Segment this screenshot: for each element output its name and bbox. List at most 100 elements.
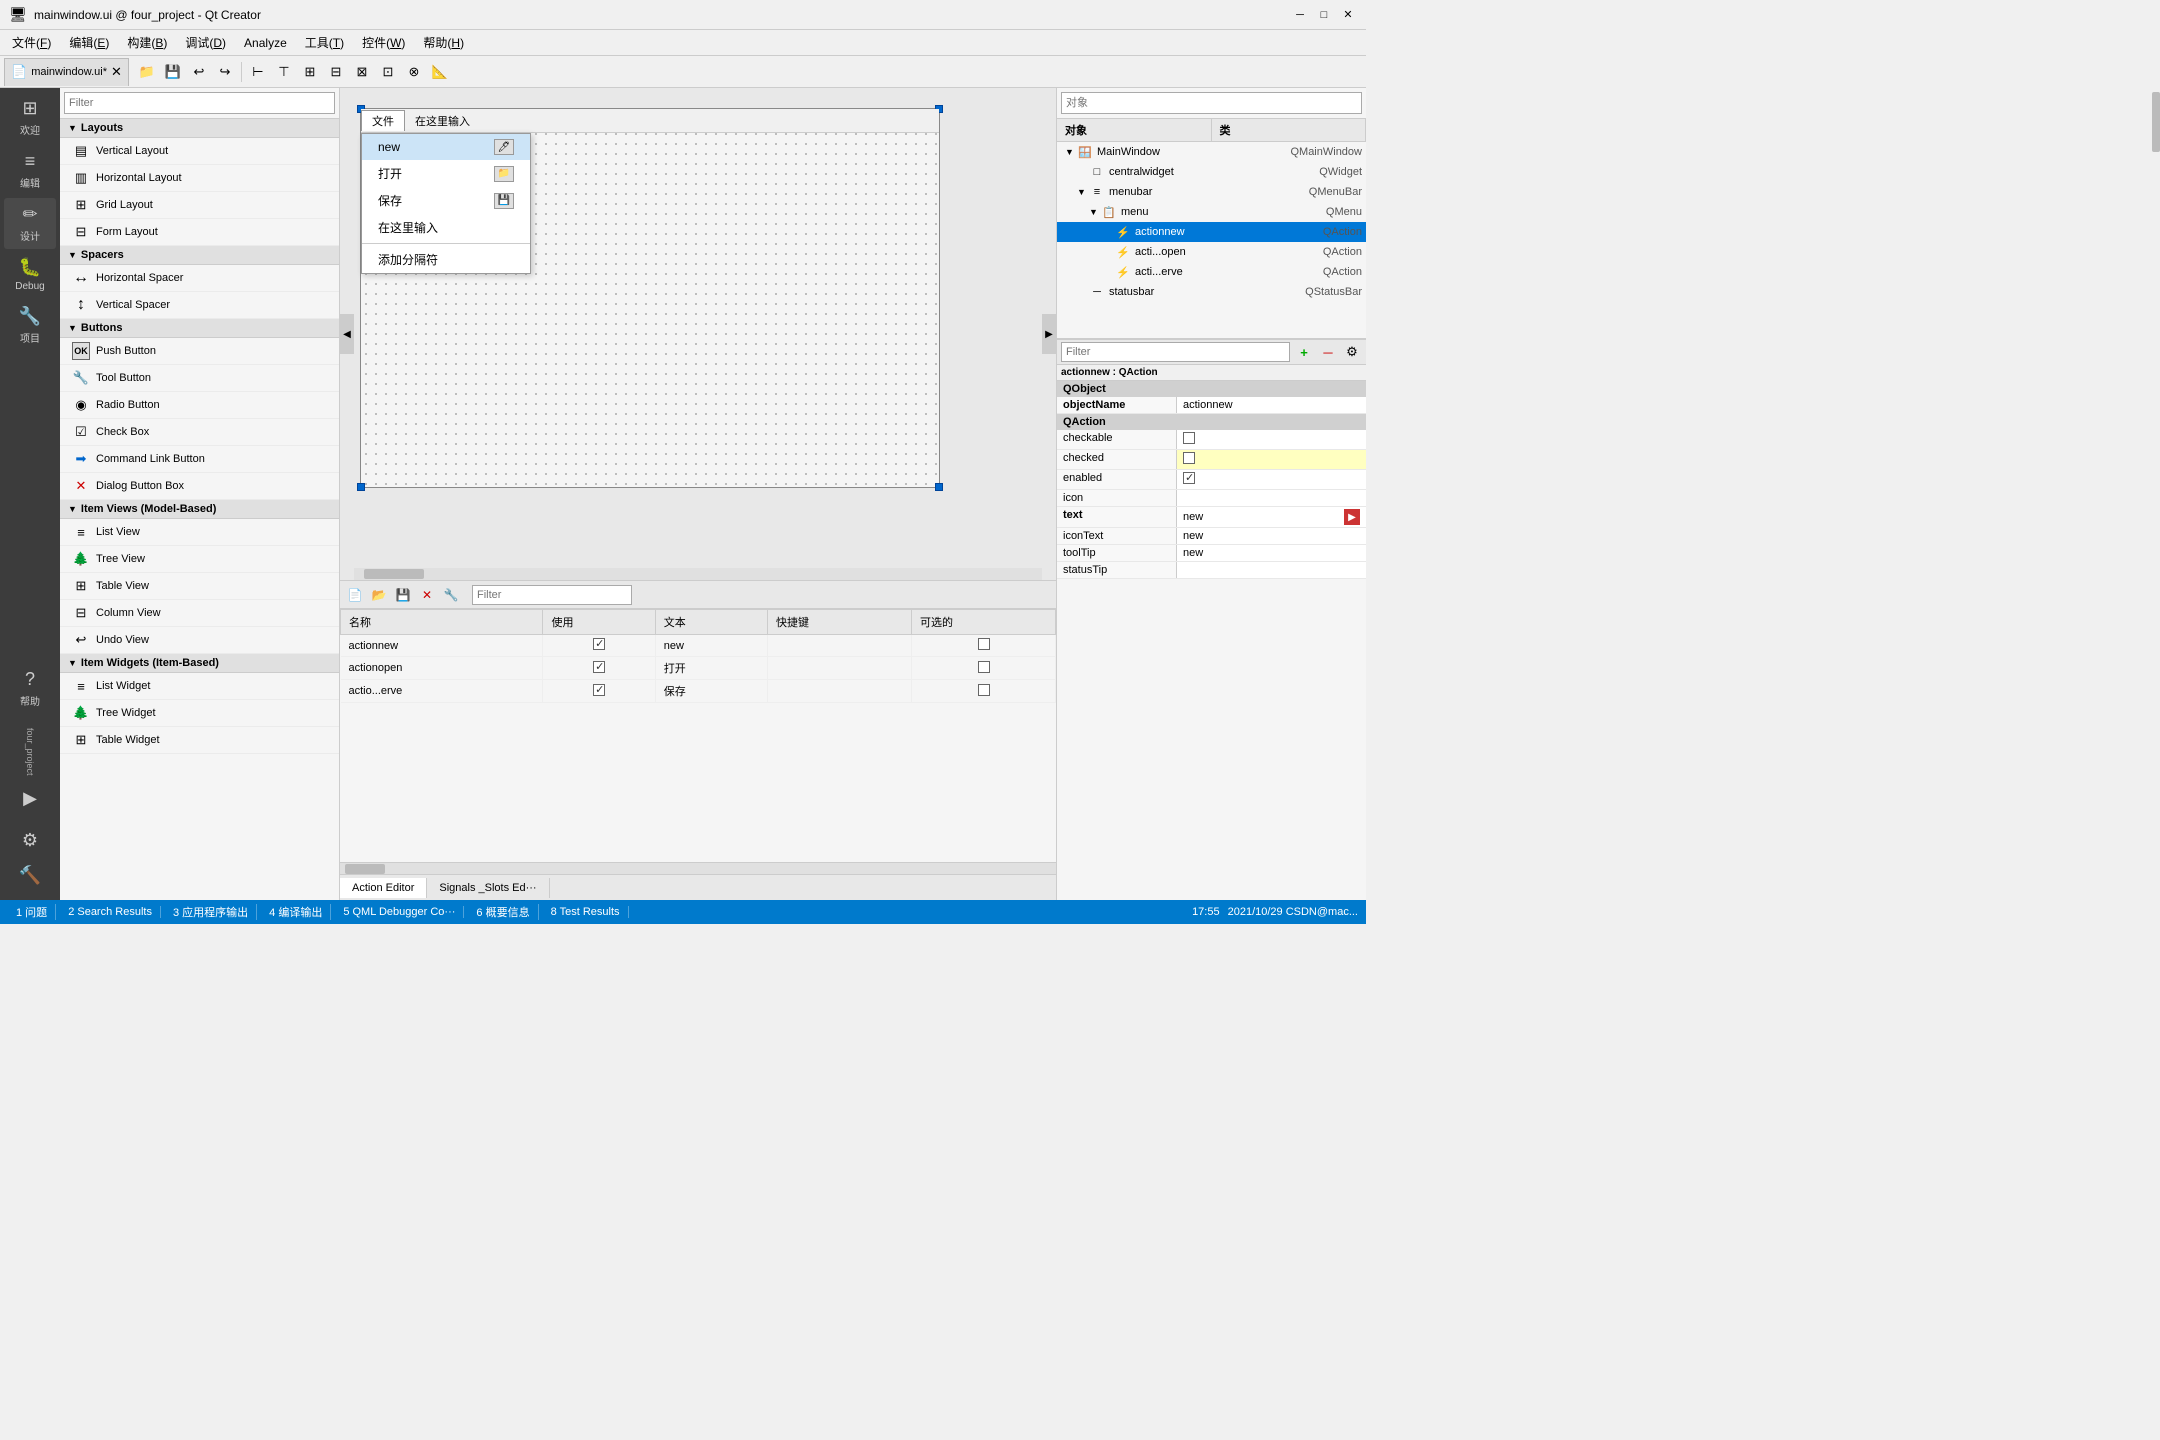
obj-row-menubar[interactable]: ▼ ≡ menubar QMenuBar [1057,182,1366,202]
table-row[interactable]: actio...erve 保存 [341,680,1056,703]
canvas-handle-br[interactable] [935,483,943,491]
toolbar-save-btn[interactable]: 💾 [161,60,185,84]
toolbar-undo-btn[interactable]: ↩ [187,60,211,84]
maximize-button[interactable]: □ [1314,6,1334,24]
menu-tools[interactable]: 工具(T) [297,32,352,53]
h-scrollbar-thumb[interactable] [364,569,424,579]
close-button[interactable]: ✕ [1338,6,1358,24]
obj-row-statusbar[interactable]: ─ statusbar QStatusBar [1057,282,1366,302]
toolbar-layout-f-btn[interactable]: ⊡ [376,60,400,84]
menu-analyze[interactable]: Analyze [236,34,295,52]
obj-row-actionopen[interactable]: ⚡ acti...open QAction [1057,242,1366,262]
doc-tab-close[interactable]: ✕ [111,64,122,80]
expand-menubar[interactable]: ▼ [1077,187,1089,197]
checkable-checkbox[interactable] [978,684,990,696]
widget-tool-button[interactable]: 🔧 Tool Button [60,365,339,392]
widget-command-link[interactable]: ➡ Command Link Button [60,446,339,473]
widget-grid-layout[interactable]: ⊞ Grid Layout [60,192,339,219]
prop-row-text[interactable]: text new ▶ [1057,507,1366,528]
action-filter-input[interactable] [472,585,632,605]
action-hscroll-thumb[interactable] [345,864,385,874]
prop-row-checked[interactable]: checked [1057,450,1366,470]
object-filter-input[interactable] [1061,92,1362,114]
obj-row-actionnew[interactable]: ⚡ actionnew QAction [1057,222,1366,242]
widget-filter-input[interactable] [64,92,335,114]
sidebar-build[interactable]: ⚙ [4,824,56,857]
toolbar-adjust-btn[interactable]: 📐 [428,60,452,84]
text-edit-btn[interactable]: ▶ [1344,509,1360,525]
toolbar-layout-v-btn[interactable]: ⊟ [324,60,348,84]
toolbar-align-v-btn[interactable]: ⊤ [272,60,296,84]
expand-mainwindow[interactable]: ▼ [1065,147,1077,157]
status-item-appoutput[interactable]: 3 应用程序输出 [165,904,257,920]
sidebar-debug[interactable]: 🐛 Debug [4,251,56,298]
widget-undo-view[interactable]: ↩ Undo View [60,627,339,654]
status-item-general[interactable]: 6 概要信息 [468,904,538,920]
status-item-problems[interactable]: 1 问题 [8,904,56,920]
prop-row-objectname[interactable]: objectName actionnew [1057,397,1366,414]
h-scrollbar[interactable] [354,568,1042,580]
widget-h-spacer[interactable]: ↔ Horizontal Spacer [60,265,339,292]
widget-vertical-layout[interactable]: ▤ Vertical Layout [60,138,339,165]
menu-controls[interactable]: 控件(W) [354,32,413,53]
checkable-checkbox[interactable] [978,638,990,650]
sidebar-welcome[interactable]: ⊞ 欢迎 [4,92,56,143]
toolbar-redo-btn[interactable]: ↪ [213,60,237,84]
menu-file[interactable]: 文件(F) [4,32,59,53]
action-delete-btn[interactable]: ✕ [416,584,438,606]
props-settings-btn[interactable]: ⚙ [1342,342,1362,362]
used-checkbox[interactable] [593,684,605,696]
prop-row-checkable[interactable]: checkable [1057,430,1366,450]
action-wrench-btn[interactable]: 🔧 [440,584,462,606]
dropdown-item-open[interactable]: 打开 📁 [362,160,530,187]
widget-column-view[interactable]: ⊟ Column View [60,600,339,627]
sidebar-debug2[interactable]: ▶ [4,782,56,818]
category-spacers[interactable]: Spacers [60,246,339,265]
tab-action-editor[interactable]: Action Editor [340,878,427,898]
doc-tab[interactable]: 📄 mainwindow.ui* ✕ [4,58,129,86]
menu-help[interactable]: 帮助(H) [415,32,472,53]
sidebar-edit[interactable]: ≡ 编辑 [4,145,56,196]
status-item-testresults[interactable]: 8 Test Results [543,906,629,918]
sidebar-hammer[interactable]: 🔨 [4,859,56,892]
category-buttons[interactable]: Buttons [60,319,339,338]
obj-row-actionerve[interactable]: ⚡ acti...erve QAction [1057,262,1366,282]
prop-row-icon[interactable]: icon [1057,490,1366,507]
action-save-btn[interactable]: 💾 [392,584,414,606]
toolbar-layout-g-btn[interactable]: ⊠ [350,60,374,84]
prop-row-enabled[interactable]: enabled [1057,470,1366,490]
widget-horizontal-layout[interactable]: ▥ Horizontal Layout [60,165,339,192]
props-filter-input[interactable] [1061,342,1290,362]
sidebar-design[interactable]: ✏ 设计 [4,198,56,249]
table-row[interactable]: actionopen 打开 [341,657,1056,680]
toolbar-align-h-btn[interactable]: ⊢ [246,60,270,84]
dropdown-item-sep[interactable]: 添加分隔符 [362,246,530,273]
widget-radio-button[interactable]: ◉ Radio Button [60,392,339,419]
category-layouts[interactable]: Layouts [60,119,339,138]
canvas-handle-bl[interactable] [357,483,365,491]
action-table-hscroll[interactable] [340,862,1056,874]
status-item-qmldebugger[interactable]: 5 QML Debugger Co··· [335,906,464,918]
widget-check-box[interactable]: ☑ Check Box [60,419,339,446]
obj-row-centralwidget[interactable]: □ centralwidget QWidget [1057,162,1366,182]
checkable-prop-cb[interactable] [1183,432,1195,444]
widget-table-widget[interactable]: ⊞ Table Widget [60,727,339,754]
used-checkbox[interactable] [593,661,605,673]
toolbar-break-btn[interactable]: ⊗ [402,60,426,84]
props-remove-btn[interactable]: ─ [1318,342,1338,362]
widget-form-layout[interactable]: ⊟ Form Layout [60,219,339,246]
table-row[interactable]: actionnew new [341,635,1056,657]
scroll-right-btn[interactable]: ▶ [1042,314,1056,354]
sidebar-help[interactable]: ? 帮助 [4,663,56,714]
widget-tree-widget[interactable]: 🌲 Tree Widget [60,700,339,727]
props-add-btn[interactable]: + [1294,342,1314,362]
used-checkbox[interactable] [593,638,605,650]
minimize-button[interactable]: ─ [1290,6,1310,24]
prop-row-tooltip[interactable]: toolTip new [1057,545,1366,562]
widget-list-view[interactable]: ≡ List View [60,519,339,546]
widget-v-spacer[interactable]: ↕ Vertical Spacer [60,292,339,319]
action-new-btn[interactable]: 📄 [344,584,366,606]
menu-build[interactable]: 构建(B) [119,32,175,53]
expand-menu[interactable]: ▼ [1089,207,1101,217]
menu-debug[interactable]: 调试(D) [177,32,234,53]
